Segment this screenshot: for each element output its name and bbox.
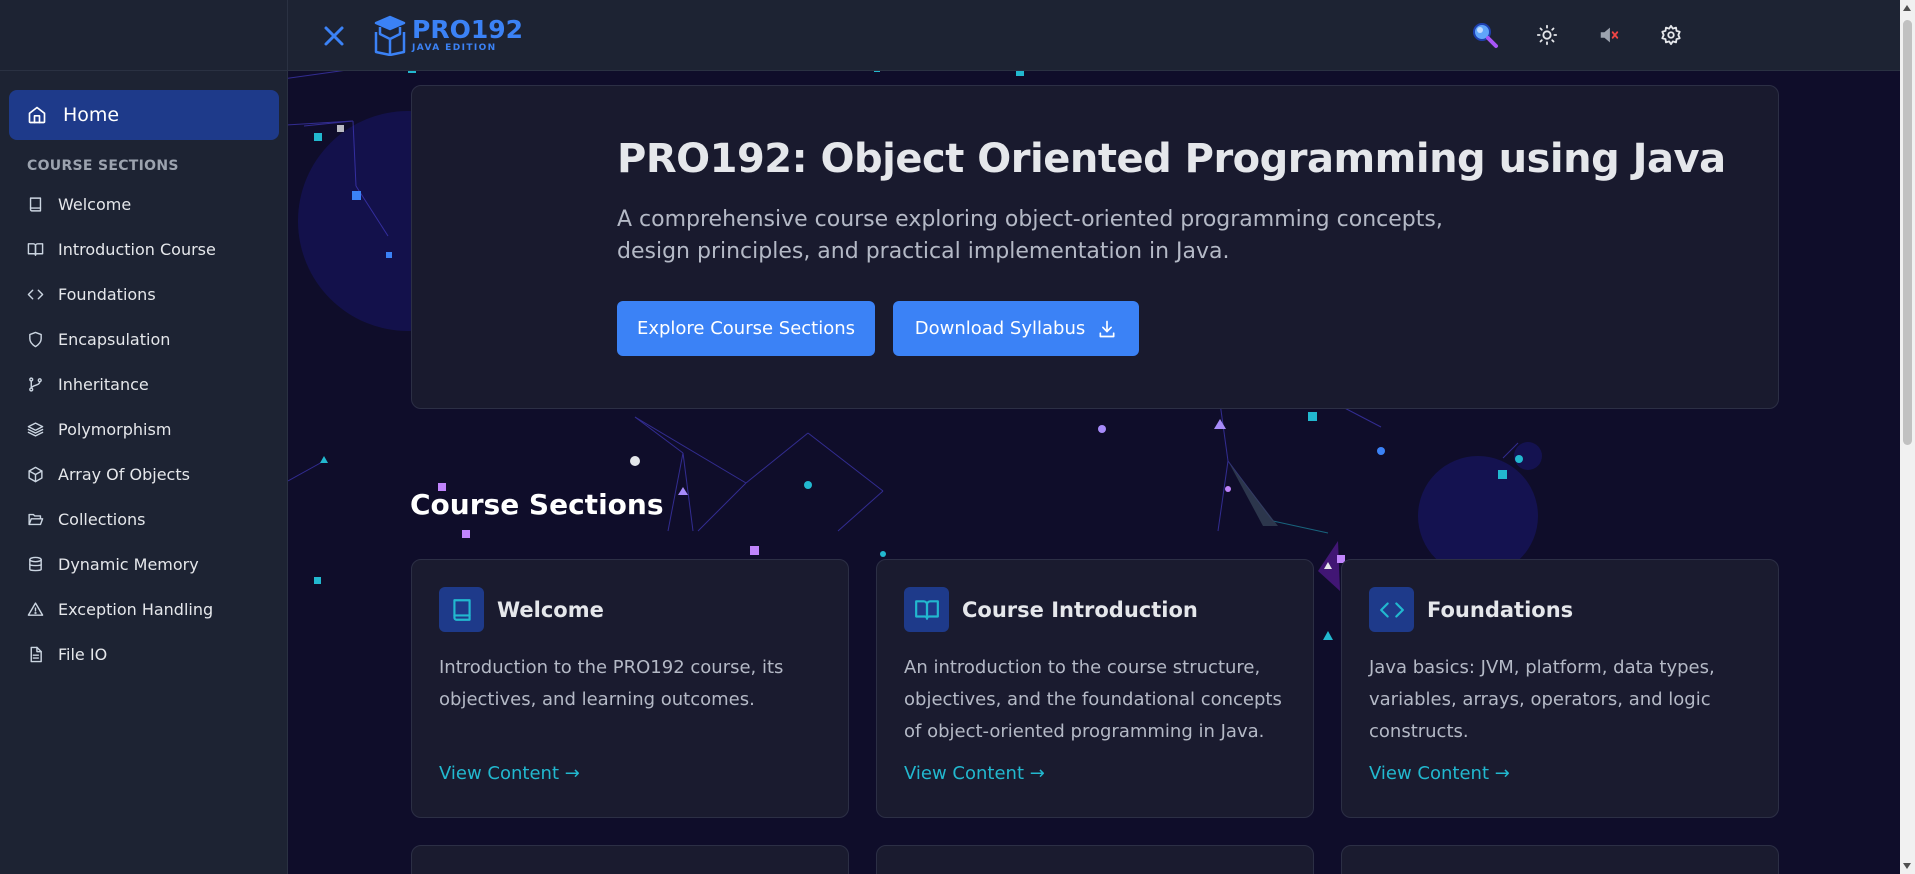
card-description: Java basics: JVM, platform, data types, … — [1369, 657, 1715, 742]
page-title: PRO192: Object Oriented Programming usin… — [617, 136, 1726, 182]
sidebar-nav-list: Welcome Introduction Course Foundations … — [0, 182, 288, 677]
settings-button[interactable] — [1656, 20, 1686, 50]
download-icon — [1099, 320, 1115, 337]
scroll-up-arrow[interactable] — [1903, 5, 1911, 11]
shield-icon — [29, 331, 42, 348]
course-card-foundations[interactable]: Foundations Java basics: JVM, platform, … — [1341, 559, 1779, 818]
button-label: Download Syllabus — [914, 318, 1086, 339]
logo-subtitle: JAVA EDITION — [412, 43, 497, 53]
scroll-down-arrow[interactable] — [1903, 863, 1911, 869]
sidebar-item-exception-handling[interactable]: Exception Handling — [0, 587, 288, 632]
book-icon — [452, 598, 471, 621]
page-scrollbar[interactable] — [1900, 0, 1915, 874]
course-card-next[interactable] — [1341, 845, 1779, 874]
card-icon-container — [1369, 587, 1414, 632]
sidebar-item-label: Introduction Course — [58, 240, 216, 259]
sidebar-item-label: Home — [63, 104, 120, 126]
sidebar-item-label: File IO — [58, 645, 108, 664]
view-content-link[interactable]: View Content → — [1369, 763, 1510, 784]
logo-text: PRO192 JAVA EDITION — [412, 15, 524, 54]
layers-icon — [27, 422, 44, 437]
course-card-course-introduction[interactable]: Course Introduction An introduction to t… — [876, 559, 1314, 818]
sidebar-item-label: Welcome — [58, 195, 132, 214]
course-card-welcome[interactable]: Welcome Introduction to the PRO192 cours… — [411, 559, 849, 818]
sidebar: Home COURSE SECTIONS Welcome Introductio… — [0, 0, 288, 874]
speaker-muted-icon — [1600, 27, 1619, 43]
sidebar-item-file-io[interactable]: File IO — [0, 632, 288, 677]
view-content-link[interactable]: View Content → — [904, 763, 1045, 784]
gear-icon — [1661, 24, 1681, 46]
logo-title: PRO192 — [412, 15, 524, 44]
search-icon — [1473, 23, 1498, 48]
sidebar-item-polymorphism[interactable]: Polymorphism — [0, 407, 288, 452]
search-button[interactable] — [1470, 20, 1500, 50]
sidebar-item-collections[interactable]: Collections — [0, 497, 288, 542]
card-title: Welcome — [497, 598, 604, 622]
code-icon — [27, 289, 44, 300]
graduation-cap-icon — [374, 15, 406, 56]
close-icon[interactable] — [318, 20, 350, 52]
course-card-next[interactable] — [411, 845, 849, 874]
hero-description: A comprehensive course exploring object-… — [617, 207, 1443, 264]
sidebar-item-label: Exception Handling — [58, 600, 214, 619]
course-sections-heading: Course Sections — [410, 488, 664, 521]
sidebar-item-introduction-course[interactable]: Introduction Course — [0, 227, 288, 272]
button-label: Explore Course Sections — [636, 318, 856, 339]
mute-button[interactable] — [1594, 20, 1624, 50]
sidebar-item-welcome[interactable]: Welcome — [0, 182, 288, 227]
open-book-icon — [27, 243, 44, 256]
book-icon — [29, 197, 42, 212]
card-description: An introduction to the course structure,… — [904, 657, 1282, 742]
sidebar-item-label: Dynamic Memory — [58, 555, 199, 574]
card-icon-container — [439, 587, 484, 632]
course-card-next[interactable] — [876, 845, 1314, 874]
sidebar-section-heading: COURSE SECTIONS — [27, 158, 179, 174]
sidebar-item-label: Collections — [58, 510, 146, 529]
sidebar-item-array-of-objects[interactable]: Array Of Objects — [0, 452, 288, 497]
cube-icon — [28, 466, 43, 483]
sidebar-item-label: Inheritance — [58, 375, 149, 394]
sidebar-item-foundations[interactable]: Foundations — [0, 272, 288, 317]
sun-icon — [1536, 24, 1558, 46]
sidebar-header — [0, 0, 287, 71]
logo[interactable]: PRO192 JAVA EDITION — [372, 14, 523, 56]
sidebar-item-dynamic-memory[interactable]: Dynamic Memory — [0, 542, 288, 587]
home-icon — [28, 106, 46, 124]
sidebar-item-label: Encapsulation — [58, 330, 171, 349]
card-title: Foundations — [1427, 598, 1574, 622]
theme-toggle-button[interactable] — [1532, 20, 1562, 50]
open-book-icon — [914, 599, 939, 620]
sidebar-item-label: Foundations — [58, 285, 156, 304]
explore-course-sections-button[interactable]: Explore Course Sections — [617, 301, 875, 356]
top-bar: PRO192 JAVA EDITION — [288, 0, 1900, 71]
database-icon — [29, 556, 42, 572]
sidebar-item-label: Array Of Objects — [58, 465, 190, 484]
scroll-thumb[interactable] — [1903, 20, 1912, 445]
git-branch-icon — [29, 377, 42, 392]
folder-open-icon — [28, 513, 44, 526]
card-description: Introduction to the PRO192 course, its o… — [439, 657, 784, 710]
warning-icon — [27, 602, 44, 616]
sidebar-item-inheritance[interactable]: Inheritance — [0, 362, 288, 407]
download-syllabus-button[interactable]: Download Syllabus — [893, 301, 1139, 356]
sidebar-item-encapsulation[interactable]: Encapsulation — [0, 317, 288, 362]
card-title: Course Introduction — [962, 598, 1198, 622]
view-content-link[interactable]: View Content → — [439, 763, 580, 784]
sidebar-item-label: Polymorphism — [58, 420, 172, 439]
card-icon-container — [904, 587, 949, 632]
code-icon — [1379, 601, 1404, 618]
file-text-icon — [30, 646, 42, 663]
hero-panel: PRO192: Object Oriented Programming usin… — [411, 85, 1779, 409]
sidebar-item-home[interactable]: Home — [9, 90, 279, 140]
